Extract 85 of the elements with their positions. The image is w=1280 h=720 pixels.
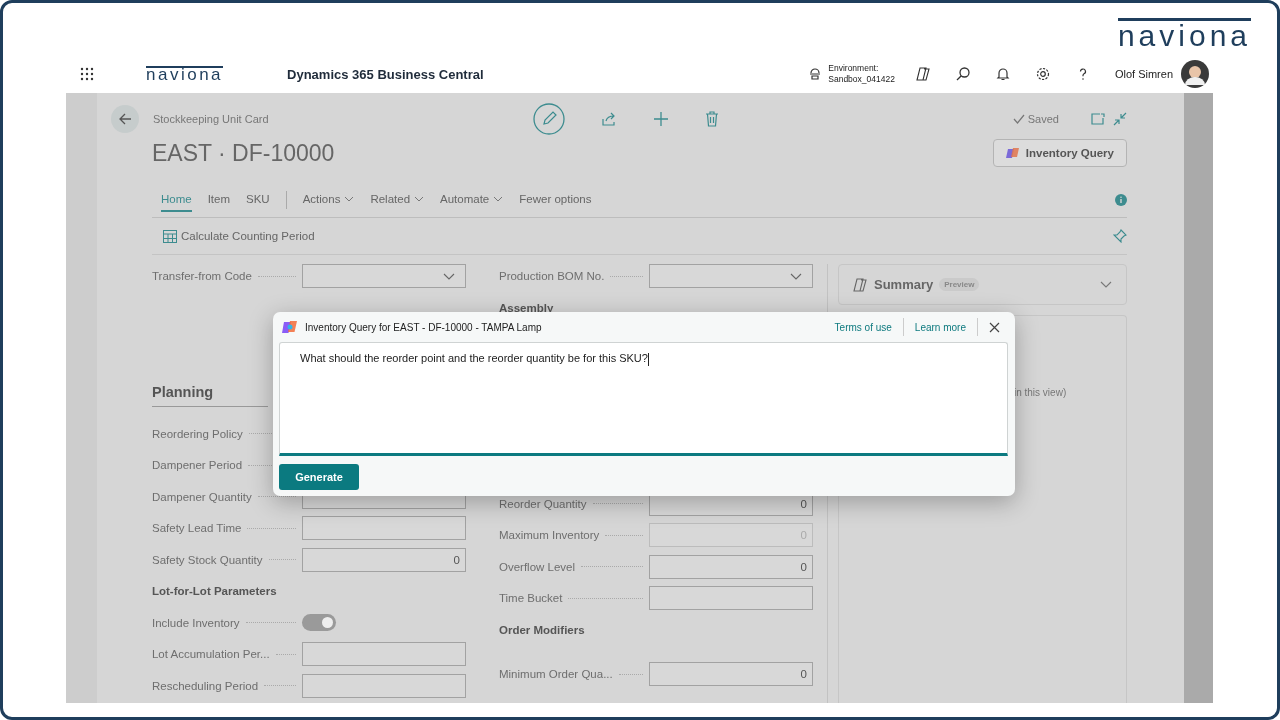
input-field[interactable]: 0 xyxy=(648,554,813,579)
input-field[interactable]: 0 xyxy=(648,662,813,687)
table-icon xyxy=(162,229,177,243)
save-status: Saved xyxy=(1027,113,1059,125)
field-label: Overflow Level xyxy=(498,560,576,573)
field-label: Time Bucket xyxy=(498,592,563,605)
chevron-down-icon xyxy=(789,272,802,280)
edit-icon[interactable] xyxy=(532,103,565,135)
chevron-down-icon xyxy=(493,196,504,202)
field-label: Rescheduling Period xyxy=(151,679,259,692)
section-heading[interactable]: Planning xyxy=(151,384,268,407)
brand-logo: naviona xyxy=(146,66,224,82)
product-name: Dynamics 365 Business Central xyxy=(287,66,484,82)
open-window-icon[interactable] xyxy=(1090,113,1105,125)
copilot-icon[interactable] xyxy=(914,66,931,82)
generate-button[interactable]: Generate xyxy=(279,464,359,490)
search-icon[interactable] xyxy=(954,66,971,82)
check-icon xyxy=(1012,114,1025,124)
inventory-query-button[interactable]: Inventory Query xyxy=(992,139,1127,167)
copilot-icon xyxy=(282,319,298,335)
environment-icon xyxy=(808,67,823,81)
summary-card[interactable]: Summary Preview xyxy=(837,264,1127,305)
info-icon[interactable] xyxy=(1114,194,1127,206)
collapse-icon[interactable] xyxy=(1112,112,1127,126)
environment-label: Environment: xyxy=(828,63,880,74)
field-label: Production BOM No. xyxy=(498,270,605,282)
input-field[interactable]: 0 xyxy=(301,547,466,572)
field-label: Safety Stock Quantity xyxy=(151,553,263,566)
back-button[interactable] xyxy=(110,105,139,133)
calculate-counting-period-button[interactable]: Calculate Counting Period xyxy=(162,229,315,243)
action-tab[interactable]: Actions xyxy=(302,188,355,212)
field-label: Dampener Quantity xyxy=(151,490,252,503)
preview-badge: Preview xyxy=(939,278,980,291)
transfer-from-dropdown[interactable] xyxy=(301,264,466,288)
summary-title: Summary xyxy=(873,277,934,292)
group-heading: Order Modifiers xyxy=(498,623,585,636)
field-label: Lot Accumulation Per... xyxy=(151,648,270,661)
input-field[interactable] xyxy=(301,642,466,667)
page-title: EAST · DF-10000 xyxy=(151,139,335,167)
action-tab[interactable]: SKU xyxy=(246,188,270,212)
field-label: Dampener Period xyxy=(151,459,243,472)
group-heading: Assembly xyxy=(498,302,555,314)
action-tab[interactable]: Related xyxy=(370,188,425,212)
prompt-field[interactable]: What should the reorder point and the reorder quantity be for this SKU? xyxy=(279,342,1008,456)
input-field[interactable] xyxy=(301,516,466,541)
field-label: Reordering Policy xyxy=(151,427,243,440)
field-label: Safety Lead Time xyxy=(151,522,242,535)
action-tab[interactable]: Automate xyxy=(440,188,504,212)
dialog-title: Inventory Query for EAST - DF-10000 - TAMPA Lamp xyxy=(305,321,542,333)
delete-icon[interactable] xyxy=(704,111,719,127)
group-heading: Lot-for-Lot Parameters xyxy=(151,585,277,598)
chevron-down-icon[interactable] xyxy=(1099,281,1112,288)
dialog-link[interactable]: Learn more xyxy=(914,321,966,333)
field-label: Transfer-from Code xyxy=(151,270,252,282)
input-field[interactable] xyxy=(648,586,813,611)
chevron-down-icon xyxy=(414,196,425,202)
field-label: Include Inventory xyxy=(151,616,240,629)
app-launcher-icon[interactable] xyxy=(80,67,94,81)
copilot-icon xyxy=(851,276,868,293)
input-field[interactable] xyxy=(301,673,466,698)
production-bom-dropdown[interactable] xyxy=(648,264,813,288)
field-label: Minimum Order Qua... xyxy=(498,668,613,681)
dialog-link[interactable]: Terms of use xyxy=(834,321,892,333)
environment-name: Sandbox_041422 xyxy=(828,74,895,85)
copilot-icon xyxy=(1005,146,1020,160)
action-tab[interactable]: Item xyxy=(207,188,231,212)
close-icon[interactable] xyxy=(989,321,1000,333)
avatar-icon[interactable] xyxy=(1181,60,1209,88)
field-label: Reorder Quantity xyxy=(498,497,587,510)
share-icon[interactable] xyxy=(600,111,617,127)
action-tab[interactable]: Fewer options xyxy=(519,188,592,212)
back-arrow-icon xyxy=(117,112,132,126)
plus-icon[interactable] xyxy=(652,111,669,127)
settings-icon[interactable] xyxy=(1034,66,1051,82)
factbox-note: in this view) xyxy=(1013,387,1067,398)
page-caption: Stockkeeping Unit Card xyxy=(152,113,270,125)
bell-icon[interactable] xyxy=(994,66,1011,82)
pin-icon[interactable] xyxy=(1112,229,1127,243)
field-label: Maximum Inventory xyxy=(498,529,600,542)
brand-logo: naviona xyxy=(1117,17,1251,49)
toggle-switch[interactable] xyxy=(301,614,336,632)
chevron-down-icon xyxy=(344,196,355,202)
action-tab[interactable]: Home xyxy=(160,188,192,212)
chevron-down-icon xyxy=(442,272,455,280)
user-name[interactable]: Olof Simren xyxy=(1114,68,1173,80)
